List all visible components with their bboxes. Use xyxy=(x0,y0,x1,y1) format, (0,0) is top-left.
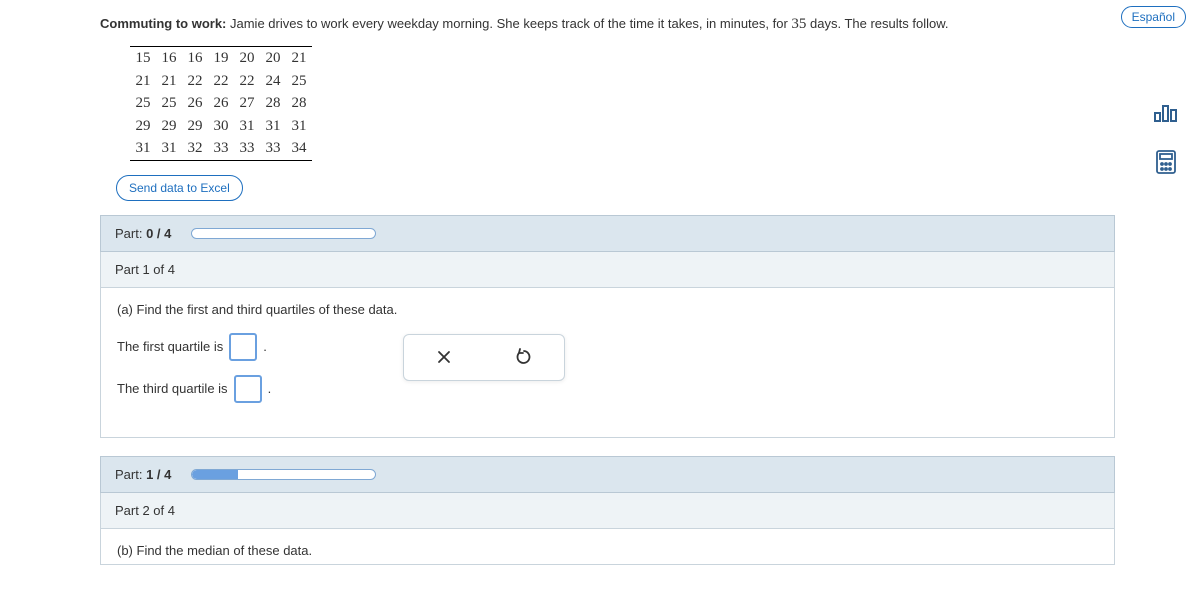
data-cell: 21 xyxy=(130,70,156,93)
third-quartile-label: The third quartile is xyxy=(117,381,228,396)
chart-icon[interactable] xyxy=(1150,96,1182,128)
data-cell: 16 xyxy=(182,47,208,70)
calculator-icon[interactable] xyxy=(1150,146,1182,178)
progress-bar-0 xyxy=(191,228,376,239)
progress-bar-1 xyxy=(191,469,376,480)
part-progress-1: Part: 1 / 4 xyxy=(100,456,1115,493)
period-2: . xyxy=(268,381,272,396)
data-row: 31313233333334 xyxy=(130,137,312,160)
data-cell: 32 xyxy=(182,137,208,160)
part-label-value: 0 / 4 xyxy=(146,226,171,241)
data-cell: 29 xyxy=(130,115,156,138)
data-cell: 25 xyxy=(286,70,312,93)
data-cell: 25 xyxy=(156,92,182,115)
question-b: (b) Find the median of these data. xyxy=(117,543,1098,558)
data-table: 1516161920202121212222222425252526262728… xyxy=(130,46,312,161)
part-2-body: (b) Find the median of these data. xyxy=(100,529,1115,565)
part-label-prefix: Part: xyxy=(115,226,146,241)
data-cell: 31 xyxy=(130,137,156,160)
data-row: 25252626272828 xyxy=(130,92,312,115)
data-cell: 31 xyxy=(286,115,312,138)
problem-text-1: Jamie drives to work every weekday morni… xyxy=(226,16,791,31)
first-quartile-input[interactable] xyxy=(229,333,257,361)
data-cell: 22 xyxy=(182,70,208,93)
data-cell: 22 xyxy=(234,70,260,93)
data-cell: 30 xyxy=(208,115,234,138)
data-cell: 22 xyxy=(208,70,234,93)
data-cell: 34 xyxy=(286,137,312,160)
data-cell: 20 xyxy=(260,47,286,70)
data-cell: 26 xyxy=(182,92,208,115)
data-cell: 28 xyxy=(260,92,286,115)
data-cell: 24 xyxy=(260,70,286,93)
data-cell: 19 xyxy=(208,47,234,70)
data-row: 15161619202021 xyxy=(130,47,312,70)
data-cell: 21 xyxy=(156,70,182,93)
data-cell: 31 xyxy=(156,137,182,160)
send-to-excel-button[interactable]: Send data to Excel xyxy=(116,175,243,201)
data-row: 21212222222425 xyxy=(130,70,312,93)
data-cell: 26 xyxy=(208,92,234,115)
answer-toolbox xyxy=(403,334,565,381)
data-cell: 27 xyxy=(234,92,260,115)
first-quartile-label: The first quartile is xyxy=(117,339,223,354)
data-cell: 29 xyxy=(182,115,208,138)
data-cell: 20 xyxy=(234,47,260,70)
data-cell: 28 xyxy=(286,92,312,115)
data-cell: 31 xyxy=(234,115,260,138)
data-cell: 31 xyxy=(260,115,286,138)
part-progress-0: Part: 0 / 4 xyxy=(100,215,1115,252)
problem-title: Commuting to work: xyxy=(100,16,226,31)
data-cell: 33 xyxy=(260,137,286,160)
period-1: . xyxy=(263,339,267,354)
data-cell: 25 xyxy=(130,92,156,115)
data-cell: 33 xyxy=(208,137,234,160)
data-cell: 33 xyxy=(234,137,260,160)
language-button[interactable]: Español xyxy=(1121,6,1186,28)
problem-number: 35 xyxy=(791,16,806,32)
problem-text-2: days. The results follow. xyxy=(806,16,948,31)
question-a: (a) Find the first and third quartiles o… xyxy=(117,302,1098,317)
close-icon[interactable] xyxy=(432,345,456,369)
part-1-header[interactable]: Part 1 of 4 xyxy=(100,252,1115,288)
third-quartile-input[interactable] xyxy=(234,375,262,403)
problem-statement: Commuting to work: Jamie drives to work … xyxy=(100,12,1115,36)
data-row: 29292930313131 xyxy=(130,115,312,138)
part-label-value-a: 1 / 4 xyxy=(146,467,171,482)
reset-icon[interactable] xyxy=(512,345,536,369)
data-cell: 21 xyxy=(286,47,312,70)
part-2-header[interactable]: Part 2 of 4 xyxy=(100,493,1115,529)
data-cell: 15 xyxy=(130,47,156,70)
part-1-body: (a) Find the first and third quartiles o… xyxy=(100,288,1115,438)
part-label-prefix-a: Part: xyxy=(115,467,146,482)
data-cell: 16 xyxy=(156,47,182,70)
data-cell: 29 xyxy=(156,115,182,138)
